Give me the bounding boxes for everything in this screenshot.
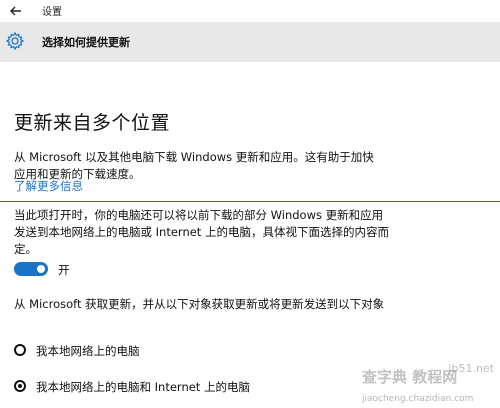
learn-more-link[interactable]: 了解更多信息: [14, 178, 83, 194]
watermark-text-site: jb51.net: [448, 362, 494, 375]
gear-icon: [5, 31, 25, 51]
toggle-label: 开: [58, 263, 70, 277]
toggle-description: 当此项打开时，你的电脑还可以将以前下载的部分 Windows 更新和应用发送到本…: [14, 208, 389, 256]
back-arrow-icon[interactable]: [8, 3, 24, 19]
source-description: 从 Microsoft 获取更新，并从以下对象获取更新或将更新发送到以下对象: [14, 297, 385, 311]
title-bar: 设置: [0, 0, 500, 22]
radio-label-local-network[interactable]: 我本地网络上的电脑: [36, 343, 140, 359]
radio-local-network[interactable]: [14, 344, 26, 356]
radio-local-and-internet[interactable]: [14, 380, 26, 392]
watermark-text-primary: 查字典 教程网: [362, 368, 458, 386]
section-heading: 更新来自多个位置: [14, 112, 171, 134]
page-title: 选择如何提供更新: [42, 36, 130, 49]
delivery-optimization-toggle[interactable]: [14, 262, 48, 276]
page-header: 选择如何提供更新: [0, 22, 500, 62]
watermark-text-url: jiaocheng.chazidian.com: [362, 394, 474, 404]
divider-line: [0, 201, 500, 202]
radio-label-local-and-internet[interactable]: 我本地网络上的电脑和 Internet 上的电脑: [36, 379, 250, 395]
app-title: 设置: [42, 7, 62, 18]
watermark: 查字典 教程网 jb51.net jiaocheng.chazidian.com: [358, 362, 498, 406]
toggle-knob: [37, 265, 45, 273]
